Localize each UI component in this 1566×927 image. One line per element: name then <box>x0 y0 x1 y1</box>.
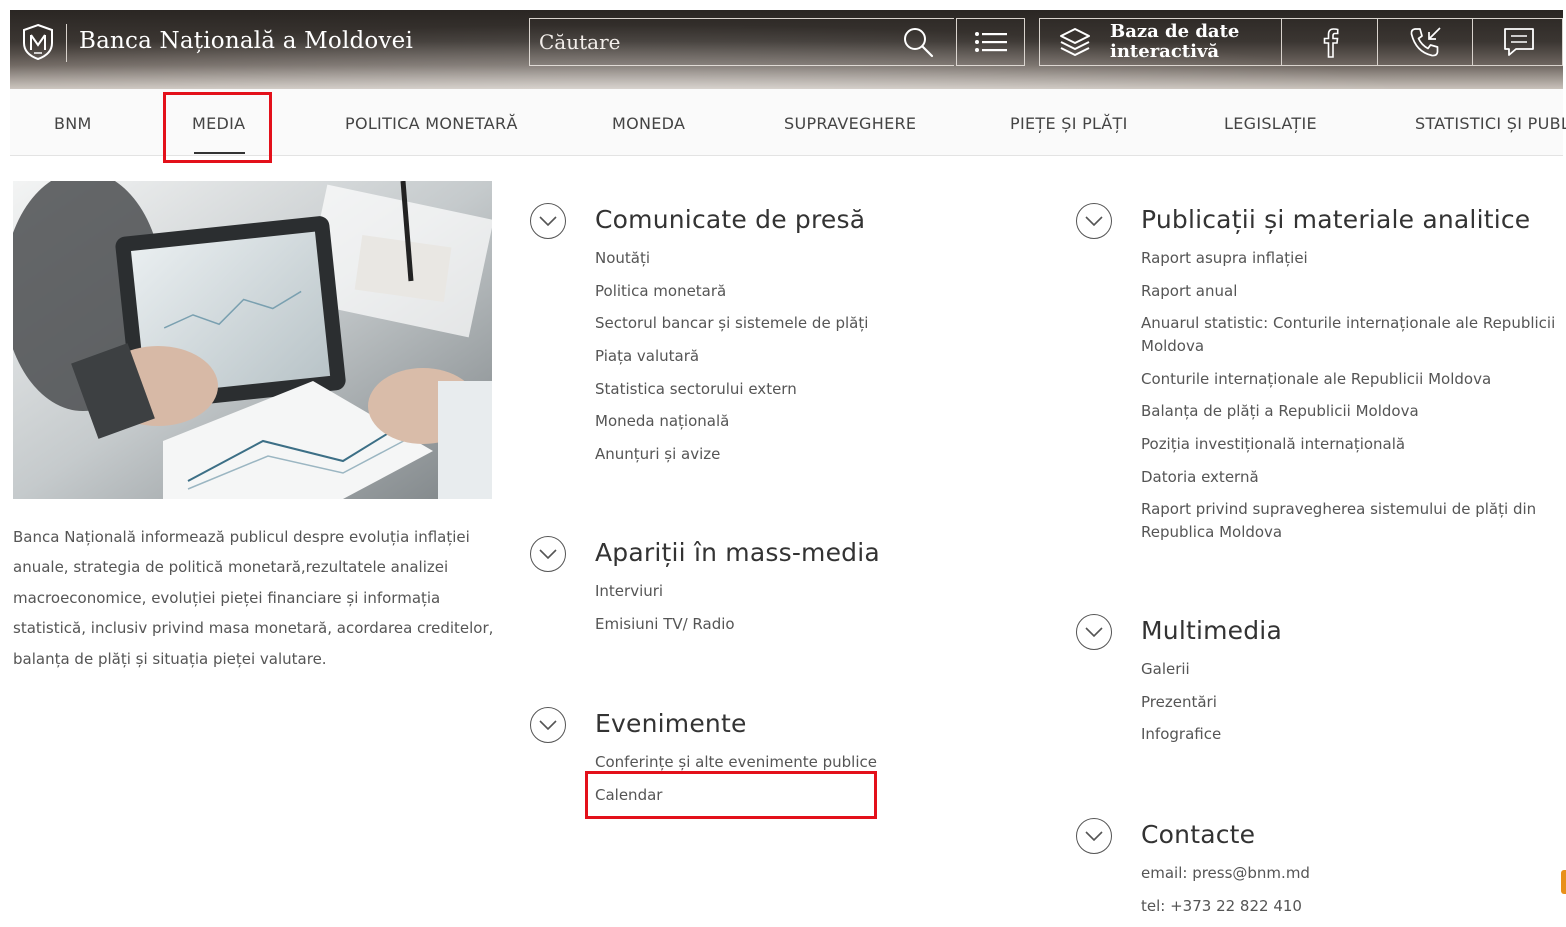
list-item[interactable]: Piața valutară <box>595 345 868 368</box>
multimedia-links: Galerii Prezentări Infografice <box>1141 658 1221 756</box>
list-item[interactable]: Poziția investițională internațională <box>1141 433 1566 456</box>
media-illustration-image <box>13 181 492 499</box>
chat-icon[interactable] <box>1473 19 1563 65</box>
list-item[interactable]: Statistica sectorului extern <box>595 378 868 401</box>
section-title[interactable]: Comunicate de presă <box>595 205 865 234</box>
link-interviuri[interactable]: Interviuri <box>595 582 663 600</box>
link-anuarul-statistic[interactable]: Anuarul statistic: Conturile internațion… <box>1141 314 1555 355</box>
section-title[interactable]: Apariții în mass-media <box>595 538 880 567</box>
list-item[interactable]: Moneda națională <box>595 410 868 433</box>
list-menu-icon[interactable] <box>956 18 1025 66</box>
link-galerii[interactable]: Galerii <box>1141 660 1190 678</box>
section-title[interactable]: Contacte <box>1141 820 1255 849</box>
link-statistica-sectorului-extern[interactable]: Statistica sectorului extern <box>595 380 797 398</box>
link-emisiuni-tv-radio[interactable]: Emisiuni TV/ Radio <box>595 615 735 633</box>
chevron-down-icon[interactable] <box>1076 614 1112 650</box>
link-raport-supraveghere-plati[interactable]: Raport privind supravegherea sistemului … <box>1141 500 1536 541</box>
list-item[interactable]: Datoria externă <box>1141 466 1566 489</box>
header-actions: Baza de date interactivă <box>1039 18 1563 66</box>
feedback-tab[interactable] <box>1561 870 1566 894</box>
link-pozitia-investitionala[interactable]: Poziția investițională internațională <box>1141 435 1405 453</box>
link-infografice[interactable]: Infografice <box>1141 725 1221 743</box>
link-balanta-de-plati[interactable]: Balanța de plăți a Republicii Moldova <box>1141 402 1419 420</box>
nav-item-piete-si-plati[interactable]: PIEȚE ȘI PLĂȚI <box>1010 89 1128 155</box>
contact-email[interactable]: email: press@bnm.md <box>1141 862 1310 885</box>
link-prezentari[interactable]: Prezentări <box>1141 693 1217 711</box>
nav-item-politica-monetara[interactable]: POLITICA MONETARĂ <box>345 89 518 155</box>
interactive-database-label: Baza de date interactivă <box>1110 21 1240 62</box>
facebook-icon[interactable] <box>1282 19 1377 65</box>
chevron-down-icon[interactable] <box>530 536 566 572</box>
list-item[interactable]: Balanța de plăți a Republicii Moldova <box>1141 400 1566 423</box>
link-raport-inflatie[interactable]: Raport asupra inflației <box>1141 249 1308 267</box>
link-raport-anual[interactable]: Raport anual <box>1141 282 1237 300</box>
section-title[interactable]: Multimedia <box>1141 616 1282 645</box>
media-highlight-box <box>163 92 272 163</box>
list-item[interactable]: Politica monetară <box>595 280 868 303</box>
nav-item-supraveghere[interactable]: SUPRAVEGHERE <box>784 89 916 155</box>
list-item[interactable]: Emisiuni TV/ Radio <box>595 613 735 636</box>
nav-item-moneda[interactable]: MONEDA <box>612 89 685 155</box>
nav-item-bnm[interactable]: BNM <box>54 89 92 155</box>
calendar-highlight-box <box>585 771 877 819</box>
list-item[interactable]: Conturile internaționale ale Republicii … <box>1141 368 1566 391</box>
link-datoria-externa[interactable]: Datoria externă <box>1141 468 1259 486</box>
chevron-down-icon[interactable] <box>1076 203 1112 239</box>
chevron-down-icon[interactable] <box>530 203 566 239</box>
press-links: Noutăți Politica monetară Sectorul banca… <box>595 247 868 476</box>
list-item[interactable]: Interviuri <box>595 580 735 603</box>
nav-item-statistici[interactable]: STATISTICI ȘI PUBL <box>1415 89 1566 155</box>
list-item[interactable]: Anunțuri și avize <box>595 443 868 466</box>
link-moneda-nationala[interactable]: Moneda națională <box>595 412 729 430</box>
list-item[interactable]: Raport asupra inflației <box>1141 247 1566 270</box>
link-anunturi-si-avize[interactable]: Anunțuri și avize <box>595 445 720 463</box>
bnm-logo-icon[interactable] <box>18 22 58 62</box>
link-conturile-internationale[interactable]: Conturile internaționale ale Republicii … <box>1141 370 1491 388</box>
list-item[interactable]: Anuarul statistic: Conturile internațion… <box>1141 312 1566 357</box>
media-links: Interviuri Emisiuni TV/ Radio <box>595 580 735 645</box>
phone-icon[interactable] <box>1378 19 1472 65</box>
section-title[interactable]: Publicații și materiale analitice <box>1141 205 1530 234</box>
interactive-database-button[interactable]: Baza de date interactivă <box>1040 19 1281 65</box>
site-title[interactable]: Banca Națională a Moldovei <box>79 28 413 54</box>
list-item[interactable]: Prezentări <box>1141 691 1221 714</box>
chevron-down-icon[interactable] <box>530 707 566 743</box>
link-noutati[interactable]: Noutăți <box>595 249 650 267</box>
list-item[interactable]: Raport anual <box>1141 280 1566 303</box>
link-piata-valutara[interactable]: Piața valutară <box>595 347 699 365</box>
list-item[interactable]: Galerii <box>1141 658 1221 681</box>
media-description: Banca Națională informează publicul desp… <box>13 528 494 668</box>
list-item[interactable]: Raport privind supravegherea sistemului … <box>1141 498 1566 543</box>
nav-item-legislatie[interactable]: LEGISLAȚIE <box>1224 89 1317 155</box>
site-header: Banca Națională a Moldovei Baza de date … <box>10 10 1563 89</box>
link-conferinte[interactable]: Conferințe și alte evenimente publice <box>595 753 877 771</box>
contacts-list: email: press@bnm.md tel: +373 22 822 410 <box>1141 862 1310 927</box>
contact-phone[interactable]: tel: +373 22 822 410 <box>1141 895 1310 918</box>
section-title[interactable]: Evenimente <box>595 709 747 738</box>
search-input[interactable] <box>529 18 954 66</box>
search-icon[interactable] <box>900 24 936 60</box>
chevron-down-icon[interactable] <box>1076 818 1112 854</box>
link-sectorul-bancar[interactable]: Sectorul bancar și sistemele de plăți <box>595 314 868 332</box>
logo-divider <box>66 24 67 62</box>
layers-icon <box>1058 26 1092 58</box>
list-item[interactable]: Infografice <box>1141 723 1221 746</box>
list-item[interactable]: Sectorul bancar și sistemele de plăți <box>595 312 868 335</box>
list-item[interactable]: Noutăți <box>595 247 868 270</box>
publications-links: Raport asupra inflației Raport anual Anu… <box>1141 247 1566 554</box>
link-politica-monetara[interactable]: Politica monetară <box>595 282 726 300</box>
